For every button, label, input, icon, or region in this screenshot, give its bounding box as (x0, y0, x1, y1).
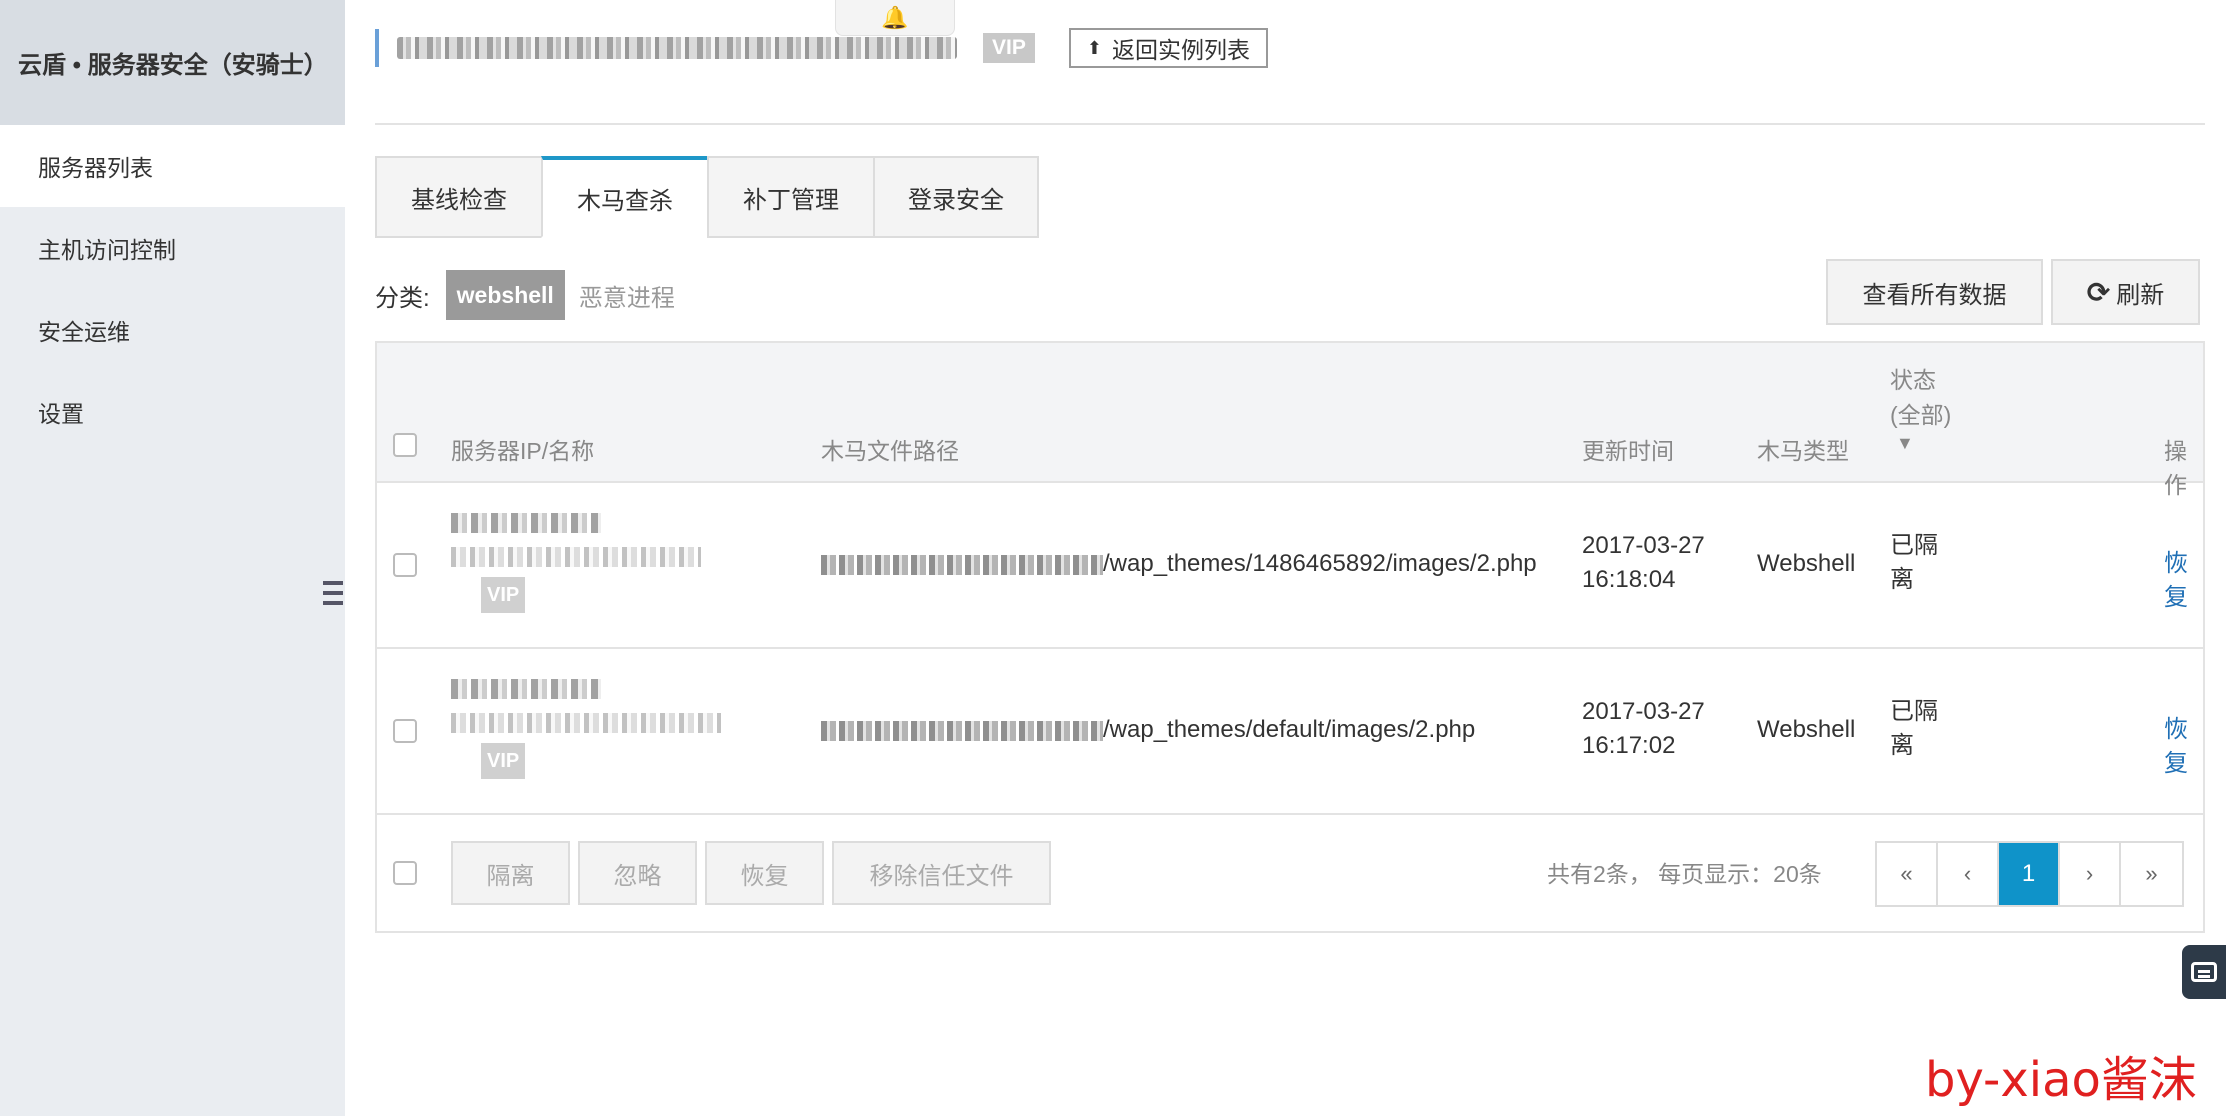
back-button-label: 返回实例列表 (1111, 37, 1250, 63)
watermark: by-xiao酱沫 (1925, 1052, 2197, 1108)
status-line1: 已隔 (1890, 532, 1938, 559)
sidebar-collapse-toggle[interactable] (316, 545, 345, 640)
update-time: 16:17:02 (1582, 732, 1676, 759)
path-cell: /wap_themes/default/images/2.php (821, 713, 1475, 747)
status-line2: 离 (1890, 732, 1914, 759)
header-accent-bar (375, 29, 379, 67)
restore-button[interactable]: 恢复 (705, 841, 824, 905)
refresh-icon: ⟳ (2086, 276, 2111, 308)
table-header: 服务器IP/名称 木马文件路径 更新时间 木马类型 状态 (全部) ▼ 操作 (377, 343, 2203, 498)
main-content: 🔔 VIP ⬆ 返回实例列表 基线检查 木马查杀 补丁管理 登录安全 分类: w… (345, 0, 2226, 1116)
server-cell: VIP (451, 679, 721, 779)
pagination: « ‹ 1 › » (1875, 841, 2184, 907)
view-all-data-button[interactable]: 查看所有数据 (1826, 259, 2043, 325)
restore-link[interactable]: 恢复 (2164, 547, 2203, 615)
trojan-type: Webshell (1757, 550, 1856, 577)
update-time: 16:18:04 (1582, 566, 1676, 593)
time-cell: 2017-03-27 16:17:02 (1582, 695, 1705, 763)
sidebar-item-server-list[interactable]: 服务器列表 (0, 125, 345, 207)
collapse-icon (323, 579, 343, 607)
tab-bar: 基线检查 木马查杀 补丁管理 登录安全 (375, 156, 1039, 238)
footer-select-all-checkbox[interactable] (393, 861, 417, 885)
path-suffix: /wap_themes/default/images/2.php (1103, 716, 1476, 743)
tab-trojan-scan[interactable]: 木马查杀 (541, 156, 707, 238)
sidebar-title: 云盾 • 服务器安全（安骑士） (0, 0, 345, 125)
upload-arrow-icon: ⬆ (1086, 37, 1102, 58)
refresh-button[interactable]: ⟳ 刷新 (2051, 259, 2200, 325)
sidebar: 云盾 • 服务器安全（安骑士） 服务器列表 主机访问控制 安全运维 设置 (0, 0, 345, 1116)
sidebar-item-settings[interactable]: 设置 (0, 371, 345, 453)
update-date: 2017-03-27 (1582, 698, 1705, 725)
col-time: 更新时间 (1582, 438, 1674, 464)
filter-webshell[interactable]: webshell (445, 270, 565, 320)
page-next-button[interactable]: › (2060, 843, 2121, 905)
col-status-line1: 状态 (1890, 367, 1936, 393)
col-type: 木马类型 (1757, 438, 1849, 464)
trojan-type: Webshell (1757, 716, 1856, 743)
status-dropdown-icon[interactable]: ▼ (1896, 433, 1914, 454)
status-cell: 已隔 离 (1890, 529, 1938, 597)
path-prefix-redacted (821, 720, 1103, 741)
col-path: 木马文件路径 (821, 438, 959, 464)
bell-icon: 🔔 (881, 4, 909, 30)
chat-support-button[interactable] (2182, 945, 2226, 999)
trojan-table: 服务器IP/名称 木马文件路径 更新时间 木马类型 状态 (全部) ▼ 操作 V… (375, 341, 2205, 933)
ignore-button[interactable]: 忽略 (578, 841, 697, 905)
tab-login-security[interactable]: 登录安全 (873, 156, 1039, 238)
server-ip-redacted (451, 679, 601, 699)
sidebar-item-host-access-control[interactable]: 主机访问控制 (0, 207, 345, 289)
server-cell: VIP (451, 513, 701, 613)
time-cell: 2017-03-27 16:18:04 (1582, 529, 1705, 597)
row-checkbox[interactable] (393, 719, 417, 743)
vip-badge: VIP (983, 33, 1035, 63)
status-line2: 离 (1890, 566, 1914, 593)
row-checkbox[interactable] (393, 553, 417, 577)
instance-header: VIP ⬆ 返回实例列表 (375, 28, 1268, 68)
table-row: VIP /wap_themes/1486465892/images/2.php … (377, 483, 2203, 649)
remove-trust-file-button[interactable]: 移除信任文件 (832, 841, 1051, 905)
tab-patch-management[interactable]: 补丁管理 (707, 156, 873, 238)
row-vip-badge: VIP (481, 743, 526, 779)
page-first-button[interactable]: « (1877, 843, 1938, 905)
path-prefix-redacted (821, 554, 1103, 575)
header-divider (375, 123, 2205, 125)
row-vip-badge: VIP (481, 577, 526, 613)
instance-name-redacted (397, 37, 957, 59)
server-name-redacted (451, 713, 721, 733)
isolate-button[interactable]: 隔离 (451, 841, 570, 905)
col-status-filter[interactable]: (全部) (1890, 396, 1951, 430)
tab-baseline-check[interactable]: 基线检查 (375, 156, 541, 238)
restore-link[interactable]: 恢复 (2164, 713, 2203, 781)
page-last-button[interactable]: » (2121, 843, 2182, 905)
refresh-label: 刷新 (2116, 281, 2165, 309)
filter-malicious-process[interactable]: 恶意进程 (579, 278, 675, 313)
page-prev-button[interactable]: ‹ (1938, 843, 1999, 905)
table-footer: 隔离 忽略 恢复 移除信任文件 共有2条， 每页显示：20条 « ‹ 1 › » (377, 817, 2203, 933)
server-name-redacted (451, 547, 701, 567)
chat-icon (2191, 962, 2217, 982)
table-row: VIP /wap_themes/default/images/2.php 201… (377, 649, 2203, 815)
filter-label: 分类: (375, 284, 430, 312)
record-count: 共有2条， 每页显示：20条 (1547, 861, 1822, 887)
status-cell: 已隔 离 (1890, 695, 1938, 763)
status-line1: 已隔 (1890, 698, 1938, 725)
page-current-button[interactable]: 1 (1999, 843, 2060, 905)
category-filter: 分类: webshell 恶意进程 (375, 270, 675, 320)
sidebar-item-security-ops[interactable]: 安全运维 (0, 289, 345, 371)
server-ip-redacted (451, 513, 601, 533)
path-suffix: /wap_themes/1486465892/images/2.php (1103, 550, 1537, 577)
path-cell: /wap_themes/1486465892/images/2.php (821, 547, 1537, 581)
back-to-instance-list-button[interactable]: ⬆ 返回实例列表 (1068, 28, 1268, 68)
update-date: 2017-03-27 (1582, 532, 1705, 559)
select-all-checkbox[interactable] (393, 433, 417, 457)
col-server: 服务器IP/名称 (451, 438, 595, 464)
